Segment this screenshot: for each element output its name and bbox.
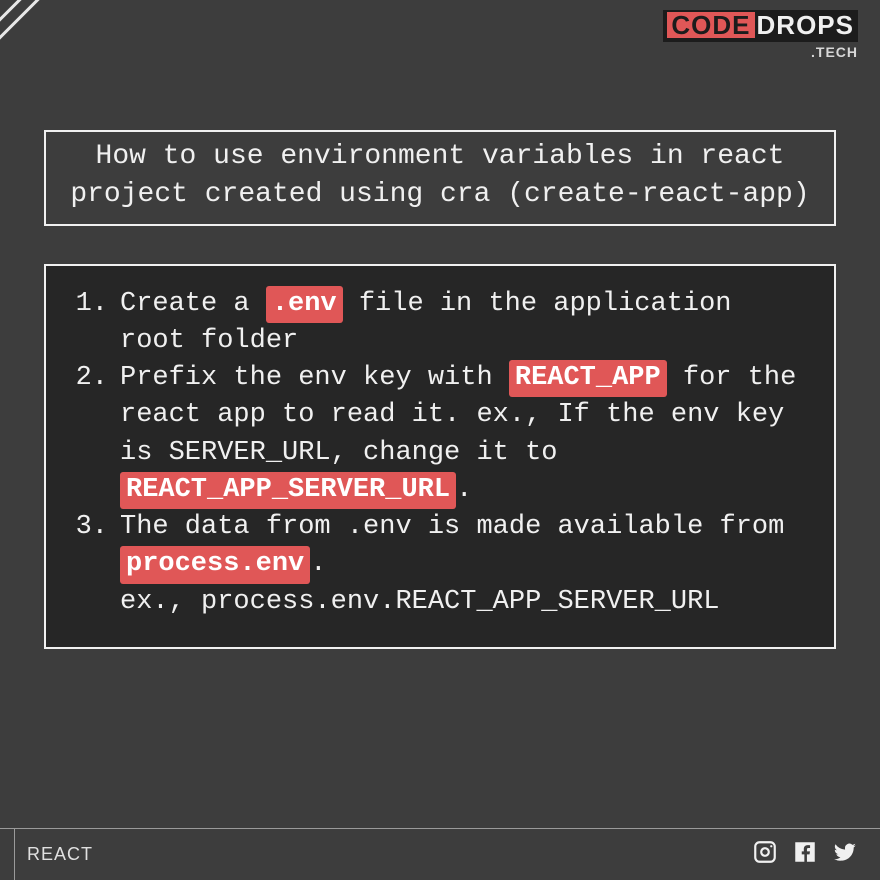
brand-sub: .TECH xyxy=(663,44,858,60)
brand-logo: CODEDROPS .TECH xyxy=(663,10,858,60)
facebook-icon[interactable] xyxy=(792,839,818,870)
step-text: . xyxy=(310,549,326,579)
code-highlight: REACT_APP_SERVER_URL xyxy=(120,472,456,509)
step-text: Create a xyxy=(120,289,266,319)
footer-bar: REACT xyxy=(0,828,880,880)
step-number: 3. xyxy=(68,509,120,584)
page-title: How to use environment variables in reac… xyxy=(44,130,836,226)
footer-tag: REACT xyxy=(15,844,111,865)
corner-stripes-decoration xyxy=(0,0,120,120)
code-highlight: REACT_APP xyxy=(509,360,667,397)
step-number: 1. xyxy=(68,286,120,361)
step-item: 3. The data from .env is made available … xyxy=(68,509,812,584)
twitter-icon[interactable] xyxy=(832,839,858,870)
step-item: 1. Create a .env file in the application… xyxy=(68,286,812,361)
step-body: Prefix the env key with REACT_APP for th… xyxy=(120,360,812,509)
steps-panel: 1. Create a .env file in the application… xyxy=(44,264,836,649)
step-text: Prefix the env key with xyxy=(120,363,509,393)
step-body: Create a .env file in the application ro… xyxy=(120,286,812,361)
step-item: 2. Prefix the env key with REACT_APP for… xyxy=(68,360,812,509)
step-text: The data from .env is made available fro… xyxy=(120,512,784,542)
brand-part1: CODE xyxy=(667,12,754,38)
step-text: . xyxy=(456,475,472,505)
brand-part2: DROPS xyxy=(755,10,854,40)
code-highlight: .env xyxy=(266,286,343,323)
step-number: 2. xyxy=(68,360,120,509)
step-subtext: ex., process.env.REACT_APP_SERVER_URL xyxy=(120,584,812,621)
instagram-icon[interactable] xyxy=(752,839,778,870)
step-body: The data from .env is made available fro… xyxy=(120,509,812,584)
code-highlight: process.env xyxy=(120,546,310,583)
